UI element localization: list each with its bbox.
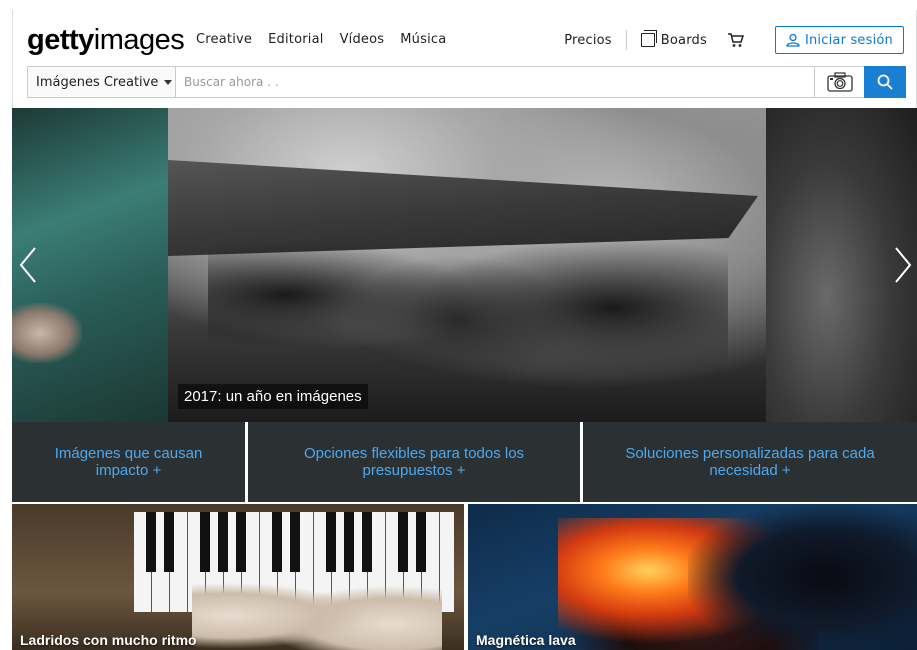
rock-shape — [688, 504, 917, 650]
tile-dog-piano[interactable]: Ladridos con mucho ritmo — [12, 504, 464, 650]
feature-impact[interactable]: Imágenes que causan impacto + — [12, 422, 245, 502]
search-icon — [877, 74, 893, 90]
cart-icon[interactable] — [727, 32, 745, 48]
features-strip: Imágenes que causan impacto + Opciones f… — [12, 422, 917, 502]
nav-videos[interactable]: Vídeos — [340, 32, 385, 47]
signin-label: Iniciar sesión — [804, 32, 893, 48]
dog-paws — [192, 564, 442, 650]
chevron-right-icon[interactable] — [893, 245, 913, 285]
chevron-down-icon — [164, 79, 173, 85]
search-button[interactable] — [864, 66, 906, 98]
search-by-image-button[interactable] — [814, 66, 864, 98]
camera-icon — [826, 72, 853, 92]
tile-caption: Magnética lava — [476, 632, 576, 648]
boards-icon — [640, 30, 657, 47]
gettyimages-logo[interactable]: gettyimages — [27, 25, 185, 55]
tile-caption: Ladridos con mucho ritmo — [20, 632, 197, 648]
boards-label: Boards — [660, 32, 707, 48]
user-icon — [786, 33, 800, 47]
main-nav: Creative Editorial Vídeos Música — [196, 32, 462, 47]
nav-editorial[interactable]: Editorial — [268, 32, 323, 47]
signin-button[interactable]: Iniciar sesión — [774, 26, 904, 54]
search-category-label: Imágenes Creative — [36, 74, 159, 90]
feature-flexible-options[interactable]: Opciones flexibles para todos los presup… — [248, 422, 580, 502]
hero-carousel[interactable]: 2017: un año en imágenes — [12, 108, 917, 422]
chevron-left-icon[interactable] — [18, 245, 38, 285]
feature-custom-solutions[interactable]: Soluciones personalizadas para cada nece… — [583, 422, 917, 502]
hero-image[interactable] — [168, 108, 766, 422]
site-header: gettyimages Creative Editorial Vídeos Mú… — [12, 10, 917, 108]
search-input[interactable]: Buscar ahora . . — [175, 66, 814, 98]
search-category-dropdown[interactable]: Imágenes Creative — [27, 66, 175, 98]
boards-link[interactable]: Boards — [640, 30, 707, 48]
right-nav: Precios Boards Iniciar sesión — [550, 26, 904, 54]
nav-creative[interactable]: Creative — [196, 32, 252, 47]
search-bar: Imágenes Creative Buscar ahora . . — [27, 66, 906, 98]
pricing-link[interactable]: Precios — [564, 33, 612, 48]
featured-tiles: Ladridos con mucho ritmo Magnética lava — [12, 504, 917, 650]
tile-lava[interactable]: Magnética lava — [468, 504, 917, 650]
nav-divider — [625, 30, 627, 50]
hero-caption[interactable]: 2017: un año en imágenes — [178, 384, 368, 409]
nav-musica[interactable]: Música — [400, 32, 446, 47]
